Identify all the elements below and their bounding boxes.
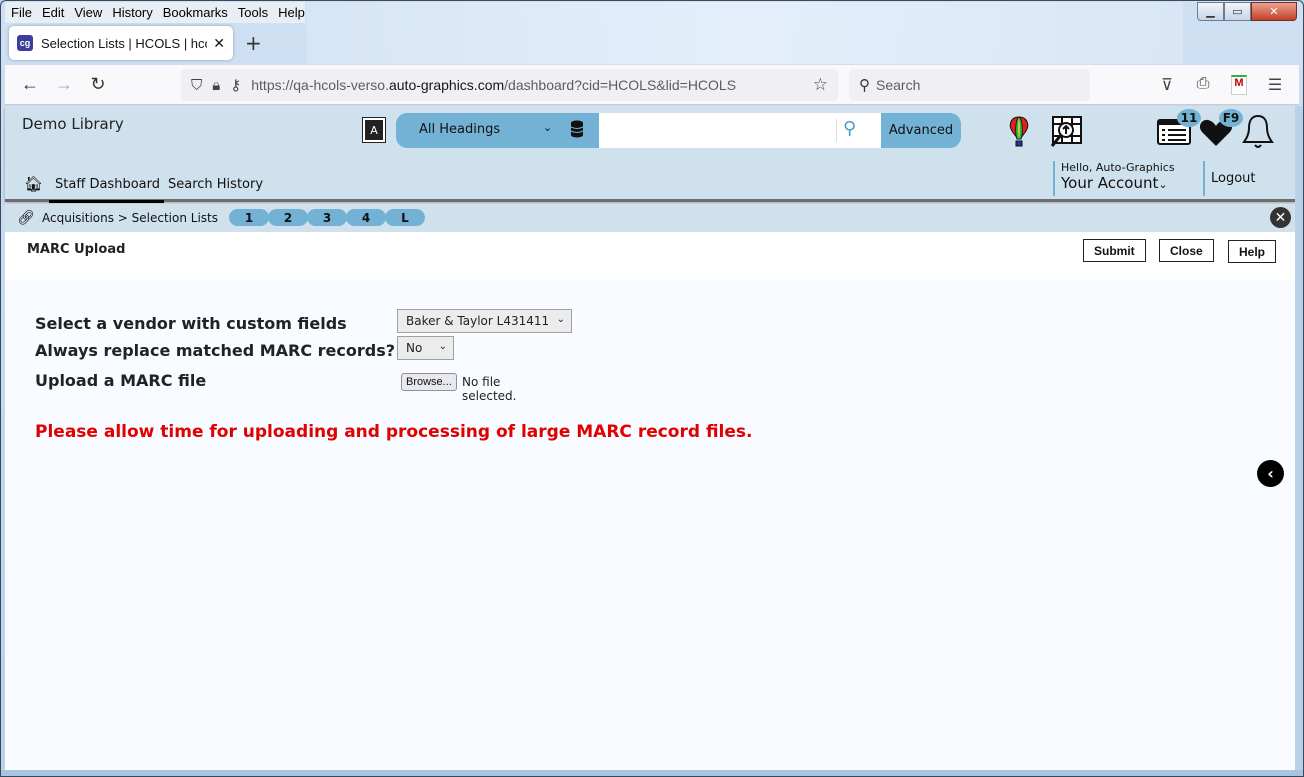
menu-history[interactable]: History — [112, 5, 152, 20]
pill-4[interactable]: 4 — [346, 209, 386, 226]
window-close-button[interactable]: ✕ — [1251, 2, 1297, 21]
mcafee-icon[interactable]: M — [1231, 75, 1247, 95]
hamburger-menu-icon[interactable]: ☰ — [1267, 75, 1283, 95]
browser-search-placeholder: Search — [876, 77, 921, 93]
pill-l[interactable]: L — [385, 209, 425, 226]
vendor-select-value: Baker & Taylor L431411 — [406, 314, 550, 328]
web-page: Demo Library A All Headings ⌄ ⚲ Advanced — [5, 106, 1297, 772]
link-icon: 🔗︎ — [17, 210, 35, 226]
replace-select[interactable]: No ⌄ — [397, 336, 454, 360]
search-scope-select[interactable]: All Headings — [419, 122, 500, 137]
menu-bar: File Edit View History Bookmarks Tools H… — [5, 2, 305, 23]
menu-tools[interactable]: Tools — [238, 5, 268, 20]
menu-bookmarks[interactable]: Bookmarks — [163, 5, 228, 20]
upload-label: Upload a MARC file — [35, 371, 207, 390]
quick-pills: 1 2 3 4 L — [229, 209, 425, 226]
menu-help[interactable]: Help — [278, 5, 305, 20]
pill-2[interactable]: 2 — [268, 209, 308, 226]
search-button-icon[interactable]: ⚲ — [843, 118, 856, 139]
replace-label: Always replace matched MARC records? — [35, 341, 396, 360]
reload-icon[interactable]: ↻ — [81, 74, 115, 95]
tab-strip: cg Selection Lists | HCOLS | hcols | ✕ + — [5, 23, 1299, 65]
window-controls: ▁ ▭ ✕ — [1197, 2, 1297, 21]
chevron-down-icon[interactable]: ⌄ — [543, 121, 552, 134]
home-icon[interactable]: 🏠︎ — [24, 175, 43, 193]
help-button[interactable]: Help — [1228, 240, 1277, 263]
bookmark-star-icon[interactable]: ☆ — [813, 75, 828, 95]
chevron-down-icon: ⌄ — [556, 314, 565, 325]
favorites-badge: F9 — [1219, 109, 1243, 127]
close-circle-icon[interactable]: ✕ — [1270, 207, 1291, 228]
url-bar[interactable]: ⛉ 🔒︎ ⚷ https://qa-hcols-verso.auto-graph… — [181, 69, 838, 101]
logout-link[interactable]: Logout — [1203, 161, 1256, 196]
submit-button[interactable]: Submit — [1083, 239, 1146, 262]
search-icon: ⚲ — [859, 77, 870, 94]
your-account-dropdown[interactable]: Your Account⌄ — [1061, 174, 1175, 192]
forward-icon[interactable]: → — [47, 74, 81, 95]
browser-window: File Edit View History Bookmarks Tools H… — [0, 0, 1304, 777]
url-prefix: https://qa-hcols-verso. — [251, 77, 389, 93]
replace-select-value: No — [406, 341, 423, 355]
pocket-icon[interactable]: ⊽ — [1159, 75, 1175, 95]
search-input[interactable] — [599, 113, 881, 148]
favicon-icon: cg — [17, 35, 33, 51]
translate-icon[interactable]: A — [362, 117, 386, 143]
database-icon[interactable] — [570, 120, 584, 138]
file-status: No file selected. — [462, 375, 517, 403]
menu-view[interactable]: View — [74, 5, 102, 20]
nav-staff-dashboard[interactable]: Staff Dashboard — [49, 166, 166, 203]
tab-title: Selection Lists | HCOLS | hcols | — [41, 35, 207, 51]
scan-upload-icon[interactable] — [1049, 115, 1083, 149]
nav-search-history[interactable]: Search History — [166, 166, 269, 202]
chevron-down-icon: ⌄ — [438, 341, 447, 352]
catalog-search: All Headings ⌄ ⚲ Advanced — [396, 113, 961, 148]
tab-close-icon[interactable]: ✕ — [213, 35, 225, 52]
back-icon[interactable]: ← — [13, 74, 47, 95]
window-right-edge — [1295, 106, 1303, 772]
navigation-toolbar: ← → ↻ ⛉ 🔒︎ ⚷ https://qa-hcols-verso.auto… — [5, 65, 1299, 105]
menu-edit[interactable]: Edit — [42, 5, 64, 20]
browser-search-box[interactable]: ⚲ Search — [849, 69, 1090, 101]
main-nav: 🏠︎ Staff Dashboard Search History — [5, 166, 269, 203]
toolbar-icons: ⊽ ⎙ M ☰ — [1159, 75, 1283, 95]
upload-warning: Please allow time for uploading and proc… — [35, 422, 753, 442]
url-domain: auto-graphics.com — [388, 77, 505, 93]
pill-1[interactable]: 1 — [229, 209, 269, 226]
hot-air-balloon-icon[interactable] — [1008, 116, 1030, 148]
url-text[interactable]: https://qa-hcols-verso.auto-graphics.com… — [251, 77, 813, 93]
pill-3[interactable]: 3 — [307, 209, 347, 226]
new-tab-icon[interactable]: + — [245, 31, 262, 55]
vendor-label: Select a vendor with custom fields — [35, 314, 347, 333]
account-menu[interactable]: Hello, Auto-Graphics Your Account⌄ — [1053, 161, 1175, 196]
search-divider — [836, 119, 837, 142]
print-icon[interactable]: ⎙ — [1195, 75, 1211, 95]
chevron-down-icon: ⌄ — [1158, 178, 1168, 191]
breadcrumb-bar: 🔗︎ Acquisitions > Selection Lists 1 2 3 … — [5, 205, 1297, 232]
maximize-button[interactable]: ▭ — [1224, 2, 1251, 21]
page-title-bar: MARC Upload Submit Close Help — [5, 232, 1297, 280]
site-header: Demo Library A All Headings ⌄ ⚲ Advanced — [5, 106, 1297, 203]
your-account-label: Your Account — [1061, 174, 1159, 192]
close-button[interactable]: Close — [1159, 239, 1214, 262]
minimize-button[interactable]: ▁ — [1197, 2, 1224, 21]
url-suffix: /dashboard?cid=HCOLS&lid=HCOLS — [504, 77, 737, 93]
browser-tab[interactable]: cg Selection Lists | HCOLS | hcols | ✕ — [9, 26, 233, 60]
advanced-search-button[interactable]: Advanced — [881, 113, 961, 148]
browse-button[interactable]: Browse... — [401, 373, 457, 391]
breadcrumb[interactable]: Acquisitions > Selection Lists — [42, 211, 218, 225]
menu-file[interactable]: File — [11, 5, 32, 20]
lock-icon[interactable]: 🔒︎ — [212, 77, 220, 94]
page-title: MARC Upload — [27, 242, 126, 257]
shield-icon[interactable]: ⛉ — [191, 77, 202, 94]
key-icon[interactable]: ⚷ — [230, 76, 241, 94]
library-name: Demo Library — [22, 115, 124, 133]
vendor-select[interactable]: Baker & Taylor L431411 ⌄ — [397, 309, 572, 333]
lists-count-badge: 11 — [1177, 109, 1201, 127]
account-greeting: Hello, Auto-Graphics — [1061, 161, 1175, 174]
notifications-bell-icon[interactable] — [1242, 114, 1274, 150]
window-bottom-edge — [1, 770, 1303, 776]
chevron-left-icon[interactable]: ‹ — [1257, 460, 1284, 487]
